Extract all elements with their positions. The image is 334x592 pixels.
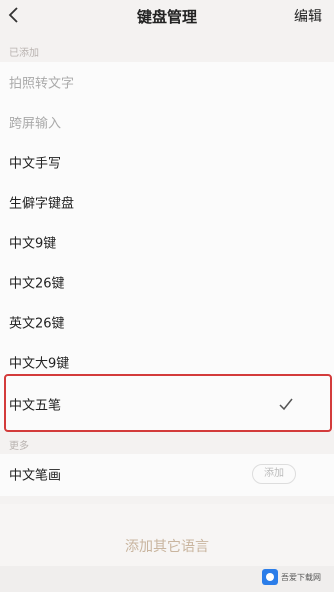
section-label-added: 已添加 bbox=[9, 48, 39, 59]
header-bar: 键盘管理 编辑 bbox=[0, 0, 334, 32]
keyboard-item-label: 英文26键 bbox=[9, 316, 65, 332]
keyboard-item-chinese-9key[interactable]: 中文9键 bbox=[0, 222, 334, 262]
keyboard-item-stroke: 中文笔画 添加 bbox=[0, 454, 334, 494]
watermark-logo-icon bbox=[262, 569, 278, 585]
keyboard-item-label: 拍照转文字 bbox=[9, 76, 75, 92]
keyboard-item-cross-screen[interactable]: 跨屏输入 bbox=[0, 102, 334, 142]
keyboard-item-rare-chars[interactable]: 生僻字键盘 bbox=[0, 182, 334, 222]
keyboard-item-label: 中文大9键 bbox=[9, 356, 70, 372]
watermark: 吾爱下载网 bbox=[262, 566, 328, 588]
add-button[interactable]: 添加 bbox=[252, 464, 296, 484]
edit-button[interactable]: 编辑 bbox=[294, 6, 322, 26]
keyboard-item-label: 跨屏输入 bbox=[9, 116, 62, 132]
more-keyboards-list: 中文笔画 添加 bbox=[0, 454, 334, 496]
selected-item-highlight bbox=[4, 374, 332, 432]
keyboard-item-english-26key[interactable]: 英文26键 bbox=[0, 302, 334, 342]
keyboard-item-label: 中文26键 bbox=[9, 276, 65, 292]
keyboard-item-handwriting[interactable]: 中文手写 bbox=[0, 142, 334, 182]
keyboard-item-label: 中文手写 bbox=[9, 156, 62, 172]
page-title: 键盘管理 bbox=[136, 8, 197, 26]
keyboard-item-label: 中文笔画 bbox=[9, 468, 62, 484]
keyboard-item-chinese-26key[interactable]: 中文26键 bbox=[0, 262, 334, 302]
add-language-button[interactable]: 添加其它语言 bbox=[0, 532, 334, 562]
watermark-text: 吾爱下载网 bbox=[281, 572, 321, 582]
keyboard-item-label: 生僻字键盘 bbox=[9, 196, 75, 212]
keyboard-item-label: 中文9键 bbox=[9, 236, 57, 252]
keyboard-item-photo-to-text[interactable]: 拍照转文字 bbox=[0, 62, 334, 102]
section-label-more: 更多 bbox=[9, 441, 29, 452]
